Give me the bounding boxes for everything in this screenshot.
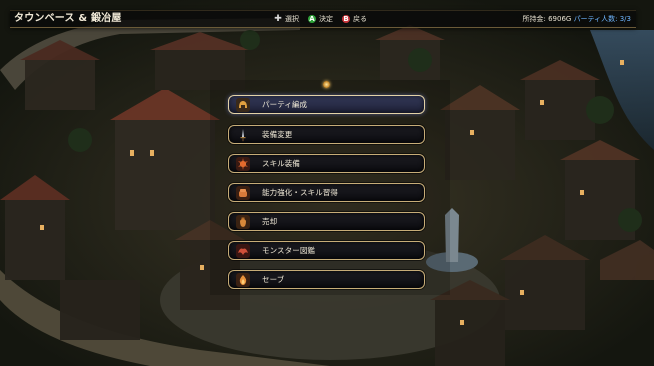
menu-item-upgrade[interactable]: 能力強化・スキル習得 [228,183,425,202]
party-count: パーティ人数: 3/3 [573,15,631,23]
b-button-icon: B [342,15,350,23]
menu-item-sell[interactable]: 売却 [228,212,425,231]
menu-item-label: セーブ [262,275,285,284]
gold-amount: 所持金: 6906G [522,15,572,23]
menu-item-equipment[interactable]: 装備変更 [228,125,425,144]
screen-title: タウンベース & 鍛冶屋 [14,13,122,24]
hint-select-label: 選択 [285,15,299,23]
skill-sun-icon [236,156,250,171]
save-flame-icon [236,272,250,287]
menu-item-label: パーティ編成 [262,100,308,109]
menu-item-label: スキル装備 [262,159,300,168]
hint-back: B 戻る [342,14,367,24]
menu-item-label: モンスター図鑑 [262,246,316,255]
control-hints: ✚ 選択 A 決定 B 戻る [274,11,376,27]
fist-upgrade-icon [236,185,250,200]
menu-item-label: 能力強化・スキル習得 [262,188,338,197]
menu-cursor-gem-icon [323,81,330,88]
menu-item-label: 売却 [262,217,278,226]
hint-confirm-label: 決定 [319,15,333,23]
monster-book-icon [236,243,250,258]
dpad-icon: ✚ [274,14,282,24]
party-helmet-icon [236,97,250,112]
menu-item-bestiary[interactable]: モンスター図鑑 [228,241,425,260]
menu-item-save[interactable]: セーブ [228,270,425,289]
status-readout: 所持金: 6906G パーティ人数: 3/3 [523,11,632,27]
coin-bag-icon [236,214,250,229]
menu-item-party[interactable]: パーティ編成 [228,95,425,114]
sword-icon [236,128,250,142]
hint-select: ✚ 選択 [274,14,299,24]
a-button-icon: A [308,15,316,23]
menu-item-skill-equip[interactable]: スキル装備 [228,154,425,173]
hint-back-label: 戻る [353,15,367,23]
top-bar: タウンベース & 鍛冶屋 ✚ 選択 A 決定 B 戻る 所持金: 6906G パ… [10,10,636,28]
menu-item-label: 装備変更 [262,130,293,139]
hint-confirm: A 決定 [308,14,333,24]
